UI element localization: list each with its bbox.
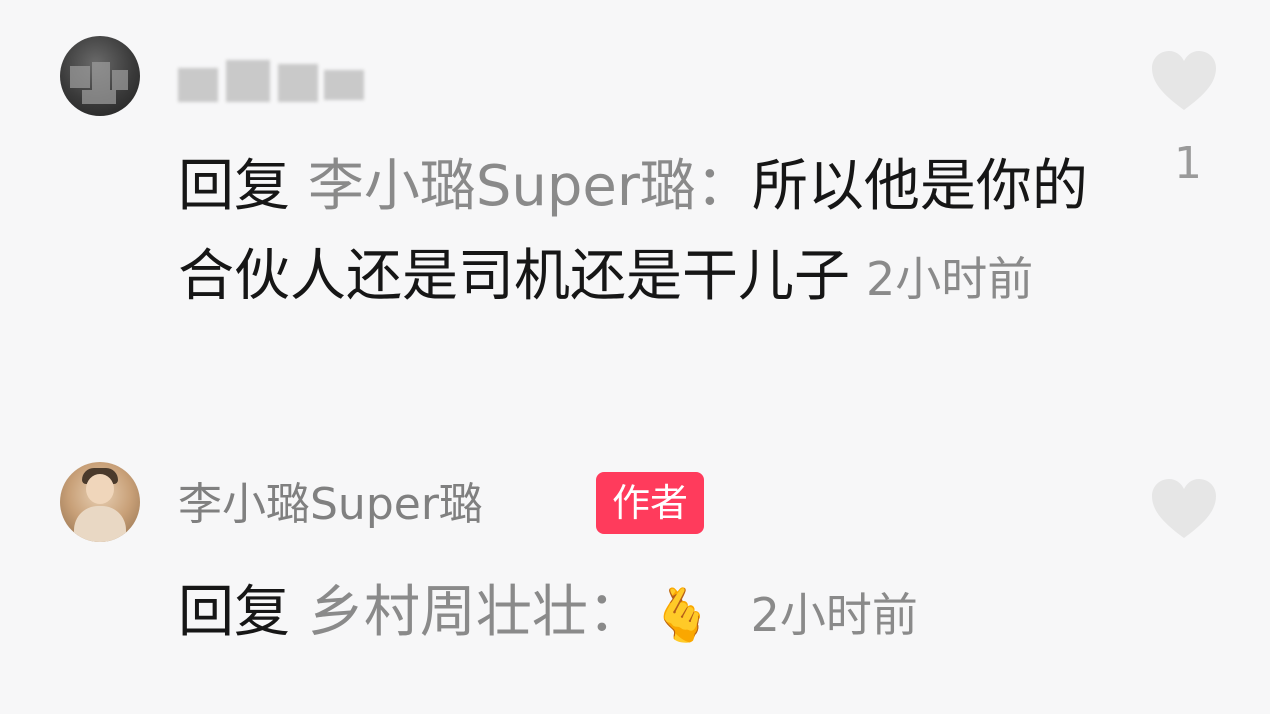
comment-text: 回复 乡村周壮壮： 🫰 2小时前 [178,568,1158,661]
reply-target-username[interactable]: 李小璐Super璐 [308,154,696,219]
author-badge: 作者 [596,472,705,534]
reply-separator: ： [587,580,644,645]
like-count: 1 [1174,138,1202,189]
comment-timestamp: 2小时前 [750,588,918,642]
finger-heart-emoji: 🫰 [649,585,715,646]
comment-timestamp: 2小时前 [866,252,1034,306]
reply-separator: ： [695,154,752,219]
user-avatar[interactable] [60,36,140,116]
reply-prefix: 回复 [178,154,290,219]
comment-text: 回复 李小璐Super璐：所以他是你的合伙人还是司机还是干儿子 2小时前 [178,142,1118,324]
user-avatar[interactable] [60,462,140,542]
obscured-username[interactable] [178,54,366,104]
like-button[interactable] [1148,48,1220,114]
reply-target-username[interactable]: 乡村周壮壮 [308,580,588,645]
heart-icon [1152,51,1216,110]
heart-icon [1152,479,1216,538]
reply-prefix: 回复 [178,580,290,645]
like-button[interactable] [1148,476,1220,542]
username[interactable]: 李小璐Super璐 [178,478,483,532]
